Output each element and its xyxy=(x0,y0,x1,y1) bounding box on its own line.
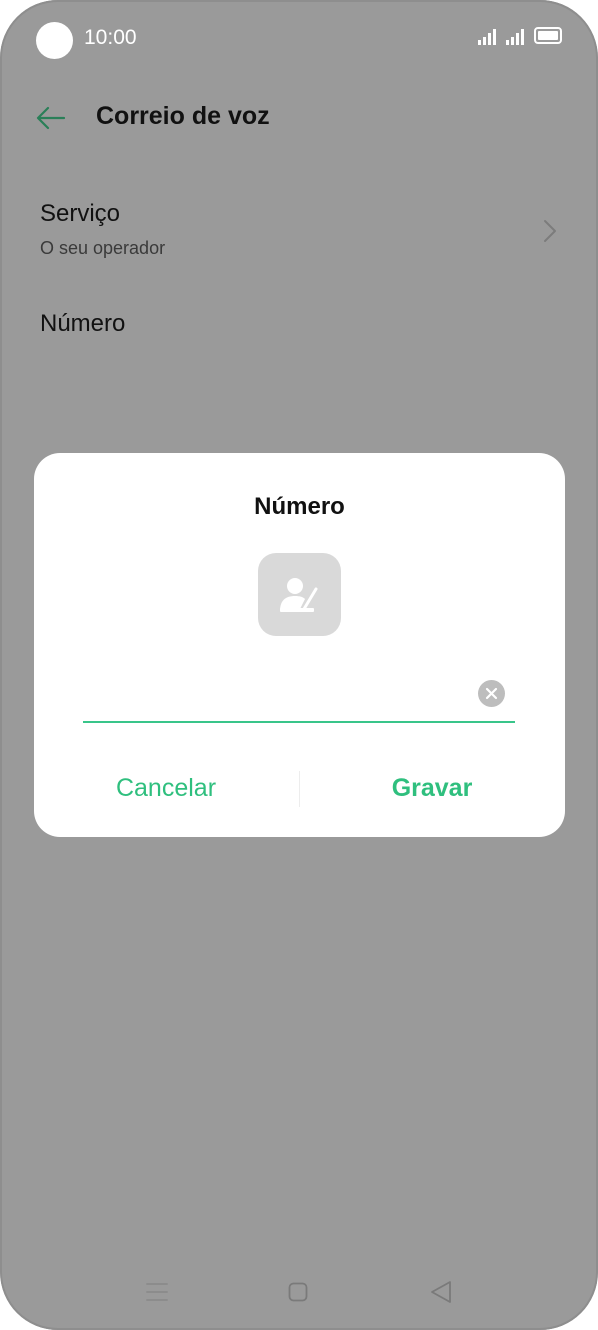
status-icons xyxy=(478,27,562,45)
battery-icon xyxy=(534,27,562,44)
arrow-left-icon[interactable] xyxy=(36,104,66,132)
save-button[interactable]: Gravar xyxy=(312,758,552,818)
button-divider xyxy=(299,771,300,807)
number-input[interactable] xyxy=(83,667,472,709)
back-triangle-icon[interactable] xyxy=(430,1280,452,1304)
chevron-right-icon xyxy=(544,220,556,242)
signal-icon xyxy=(506,27,524,45)
setting-service-subtitle: O seu operador xyxy=(40,238,166,258)
signal-icon xyxy=(478,27,496,45)
close-icon xyxy=(485,687,498,700)
setting-number[interactable]: Número xyxy=(40,310,125,338)
home-icon[interactable] xyxy=(288,1282,308,1302)
menu-icon[interactable] xyxy=(146,1281,168,1303)
clear-input-button[interactable] xyxy=(478,680,505,707)
page-title: Correio de voz xyxy=(96,102,270,130)
setting-service[interactable]: Serviço O seu operador xyxy=(40,200,558,270)
input-underline xyxy=(83,721,515,723)
cancel-button[interactable]: Cancelar xyxy=(46,758,286,818)
status-time: 10:00 xyxy=(84,26,137,49)
dialog-title: Número xyxy=(254,493,345,520)
contact-picker-button[interactable] xyxy=(258,553,341,636)
front-camera xyxy=(36,22,73,59)
contact-edit-icon xyxy=(279,577,317,612)
setting-service-title: Serviço xyxy=(40,200,121,227)
number-dialog: Número Cancelar Gravar xyxy=(34,453,565,837)
phone-frame: 10:00 Correio de voz Serviço O seu opera… xyxy=(0,0,598,1330)
